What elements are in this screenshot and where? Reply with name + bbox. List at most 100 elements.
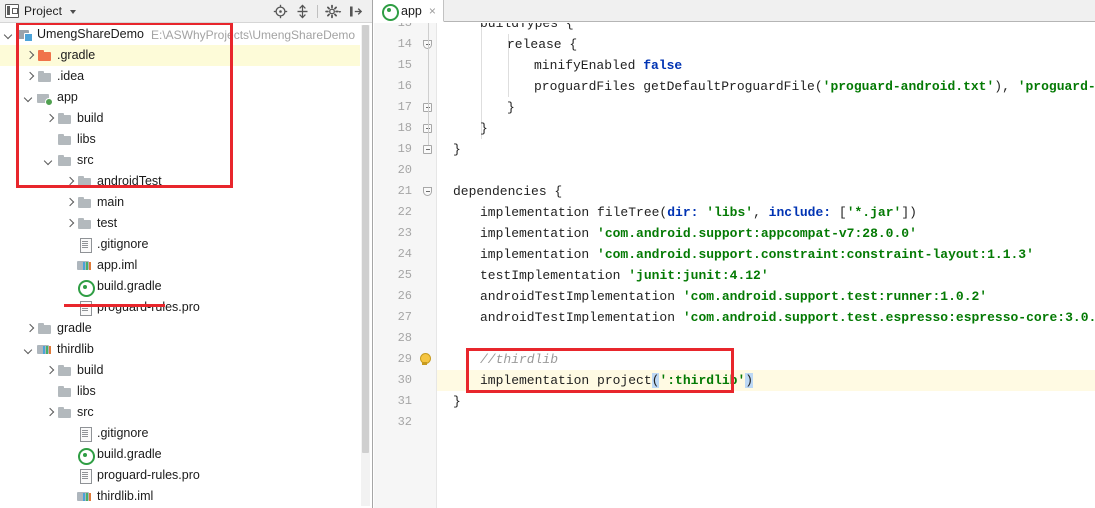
tree-row-main[interactable]: main [0, 192, 360, 213]
code-token: implementation [480, 247, 598, 262]
chevron-down-icon[interactable] [44, 155, 55, 166]
chevron-right-icon[interactable] [64, 218, 75, 229]
android-studio-window: Project UmengShareDemo E:\ASWhyProjects\… [0, 0, 1095, 508]
project-panel-scrollbar[interactable] [361, 25, 370, 506]
code-line-14[interactable]: release { [507, 34, 577, 55]
hide-panel-icon[interactable] [345, 2, 365, 22]
editor-code[interactable]: buildTypes {release {minifyEnabled false… [437, 23, 1095, 508]
tree-row-src[interactable]: src [0, 402, 360, 423]
code-line-17[interactable]: } [507, 97, 515, 118]
close-icon[interactable]: × [429, 5, 436, 17]
text-file-icon [77, 237, 93, 253]
chevron-down-icon[interactable] [24, 344, 35, 355]
chevron-down-icon[interactable] [24, 92, 35, 103]
chevron-down-icon[interactable] [4, 29, 15, 40]
chevron-right-icon[interactable] [24, 323, 35, 334]
line-number: 23 [397, 226, 412, 240]
project-tree-scroll[interactable]: UmengShareDemo E:\ASWhyProjects\UmengShar… [0, 23, 372, 508]
iml-file-icon [37, 342, 53, 357]
tree-row--gitignore[interactable]: .gitignore [0, 423, 360, 444]
tree-row-thirdlib[interactable]: thirdlib [0, 339, 360, 360]
tree-row-app-iml[interactable]: app.iml [0, 255, 360, 276]
code-line-23[interactable]: implementation 'com.android.support:appc… [480, 223, 917, 244]
code-editor[interactable]: 13 14 15 16 17 18 19 20 21 22 23 24 25 26 27 28 29 30 31 32… [374, 23, 1095, 508]
project-panel-scroll-thumb[interactable] [362, 25, 369, 453]
code-line-31[interactable]: } [453, 391, 461, 412]
tree-row--idea[interactable]: .idea [0, 66, 360, 87]
locate-icon[interactable] [270, 2, 290, 22]
tree-row-thirdlib-iml[interactable]: thirdlib.iml [0, 486, 360, 507]
project-tree: UmengShareDemo E:\ASWhyProjects\UmengShar… [0, 23, 360, 507]
tree-item-label: build.gradle [97, 279, 162, 293]
line-number: 20 [397, 163, 412, 177]
code-token: testImplementation [480, 268, 629, 283]
module-icon [37, 90, 53, 106]
code-line-27[interactable]: androidTestImplementation 'com.android.s… [480, 307, 1095, 328]
code-line-30[interactable]: implementation project(':thirdlib') [480, 370, 754, 391]
folder-icon [57, 111, 73, 126]
code-line-21[interactable]: dependencies { [453, 181, 562, 202]
chevron-down-icon[interactable] [70, 10, 77, 14]
chevron-right-icon[interactable] [24, 50, 35, 61]
tree-row-src[interactable]: src [0, 150, 360, 171]
code-line-22[interactable]: implementation fileTree(dir: 'libs', inc… [480, 202, 917, 223]
tree-item-label: main [97, 195, 125, 209]
tree-row-libs[interactable]: libs [0, 129, 360, 150]
code-line-24[interactable]: implementation 'com.android.support.cons… [480, 244, 1034, 265]
folder-icon [37, 321, 53, 336]
chevron-right-icon[interactable] [44, 407, 55, 418]
code-line-15[interactable]: minifyEnabled false [534, 55, 682, 76]
intention-bulb-icon[interactable] [418, 353, 431, 367]
code-line-25[interactable]: testImplementation 'junit:junit:4.12' [480, 265, 769, 286]
chevron-right-icon[interactable] [44, 113, 55, 124]
tree-row-build[interactable]: build [0, 360, 360, 381]
tree-row--gitignore[interactable]: .gitignore [0, 234, 360, 255]
tree-item-label: app.iml [97, 258, 138, 272]
chevron-right-icon[interactable] [44, 365, 55, 376]
tree-row-app[interactable]: app [0, 87, 360, 108]
tree-row-androidtest[interactable]: androidTest [0, 171, 360, 192]
chevron-right-icon[interactable] [24, 71, 35, 82]
tree-row-test[interactable]: test [0, 213, 360, 234]
tree-row-proguard-rules-pro[interactable]: proguard-rules.pro [0, 465, 360, 486]
tree-row-libs[interactable]: libs [0, 381, 360, 402]
chevron-right-icon[interactable] [64, 197, 75, 208]
line-number: 18 [397, 121, 412, 135]
tree-row-proguard-rules-pro[interactable]: proguard-rules.pro [0, 297, 360, 318]
code-line-18[interactable]: } [480, 118, 488, 139]
fold-toggle-line-21[interactable] [423, 187, 432, 196]
fold-toggle-line-19[interactable] [423, 145, 432, 154]
folder-icon [57, 132, 73, 147]
iml-file-icon [77, 258, 93, 273]
code-line-16[interactable]: proguardFiles getDefaultProguardFile('pr… [534, 76, 1095, 97]
tree-row-build-gradle[interactable]: build.gradle [0, 276, 360, 297]
tree-row--gradle[interactable]: .gradle [0, 45, 360, 66]
tree-item-label: .idea [57, 69, 85, 83]
code-token: include: [768, 205, 839, 220]
collapse-all-icon[interactable] [292, 2, 312, 22]
chevron-right-icon[interactable] [64, 176, 75, 187]
tab-app[interactable]: app × [374, 0, 444, 22]
code-token: } [507, 100, 515, 115]
tree-row-build[interactable]: build [0, 108, 360, 129]
code-line-19[interactable]: } [453, 139, 461, 160]
code-line-13[interactable]: buildTypes { [480, 23, 574, 34]
code-line-29[interactable]: //thirdlib [480, 349, 558, 370]
code-token: } [453, 394, 461, 409]
code-line-26[interactable]: androidTestImplementation 'com.android.s… [480, 286, 987, 307]
tree-item-label: .gitignore [97, 426, 149, 440]
tree-item-label: proguard-rules.pro [97, 300, 200, 314]
tree-row-umengsharedemo[interactable]: UmengShareDemo E:\ASWhyProjects\UmengShar… [0, 24, 360, 45]
line-number: 19 [397, 142, 412, 156]
code-token: 'com.android.support.test.espresso:espre… [682, 310, 1095, 325]
project-panel-toolbar [270, 0, 365, 23]
settings-gear-icon[interactable] [323, 2, 343, 22]
line-number: 16 [397, 79, 412, 93]
folder-icon [57, 384, 73, 399]
project-root-path: E:\ASWhyProjects\UmengShareDemo [151, 27, 356, 42]
tree-row-build-gradle[interactable]: build.gradle [0, 444, 360, 465]
tree-row-gradle[interactable]: gradle [0, 318, 360, 339]
